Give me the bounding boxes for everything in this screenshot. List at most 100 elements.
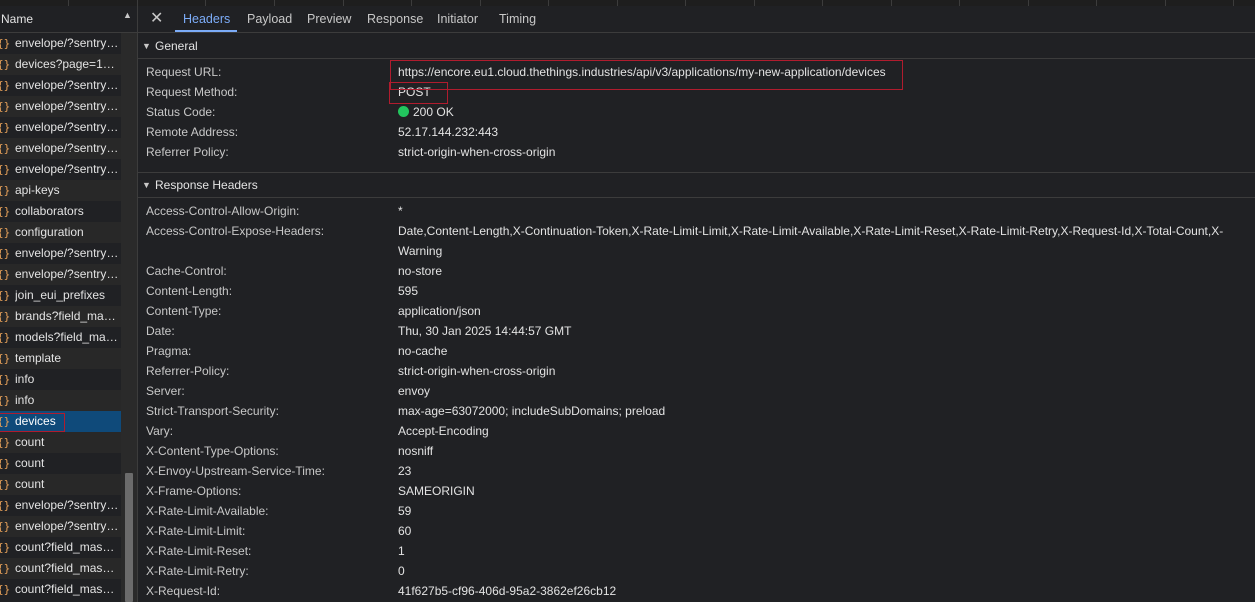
scroll-thumb[interactable] (125, 473, 133, 602)
header-value[interactable]: SAMEORIGIN (398, 481, 1228, 501)
header-name[interactable]: Access-Control-Expose-Headers: (146, 221, 324, 241)
request-name[interactable]: envelope/?sentry_key=... (15, 495, 119, 516)
tab-headers[interactable]: Headers (183, 12, 230, 26)
header-name[interactable]: X-Rate-Limit-Retry: (146, 561, 249, 581)
request-name[interactable]: envelope/?sentry_key=... (15, 117, 119, 138)
request-list-item[interactable]: {} envelope/?sentry_key=... (0, 159, 121, 180)
header-value[interactable]: max-age=63072000; includeSubDomains; pre… (398, 401, 1228, 421)
request-list-item[interactable]: {} envelope/?sentry_key=... (0, 75, 121, 96)
request-name[interactable]: info (15, 369, 119, 390)
request-list-item[interactable]: {} count (0, 453, 121, 474)
header-name[interactable]: X-Content-Type-Options: (146, 441, 279, 461)
request-name[interactable]: envelope/?sentry_key=... (15, 75, 119, 96)
request-name[interactable]: configuration (15, 222, 119, 243)
header-name[interactable]: X-Request-Id: (146, 581, 220, 601)
tab-payload[interactable]: Payload (247, 12, 292, 26)
header-name[interactable]: Remote Address: (146, 122, 238, 142)
tab-initiator[interactable]: Initiator (437, 12, 478, 26)
header-value[interactable]: Date,Content-Length,X-Continuation-Token… (398, 221, 1228, 261)
request-name[interactable]: envelope/?sentry_key=... (15, 96, 119, 117)
header-name[interactable]: Request URL: (146, 62, 221, 82)
response-headers-section-header[interactable]: ▼ Response Headers (138, 173, 1255, 197)
request-name[interactable]: count (15, 453, 119, 474)
header-value[interactable]: no-store (398, 261, 1228, 281)
request-list-item[interactable]: {} brands?field_mask=... (0, 306, 121, 327)
request-list-item[interactable]: {} api-keys (0, 180, 121, 201)
header-value[interactable]: 1 (398, 541, 1228, 561)
tab-timing[interactable]: Timing (499, 12, 536, 26)
request-list-item[interactable]: {} count (0, 432, 121, 453)
request-list-item[interactable]: {} info (0, 369, 121, 390)
request-name[interactable]: collaborators (15, 201, 119, 222)
header-value[interactable]: strict-origin-when-cross-origin (398, 142, 1228, 162)
request-name[interactable]: count?field_mask=... (15, 537, 119, 558)
request-list-item[interactable]: {} envelope/?sentry_key=... (0, 33, 121, 54)
header-name[interactable]: Server: (146, 381, 185, 401)
header-value[interactable]: 52.17.144.232:443 (398, 122, 1228, 142)
request-list-item[interactable]: {} envelope/?sentry_key=... (0, 264, 121, 285)
request-name[interactable]: count?field_mask=... (15, 579, 119, 600)
header-name[interactable]: Content-Length: (146, 281, 232, 301)
header-name[interactable]: Access-Control-Allow-Origin: (146, 201, 299, 221)
request-name[interactable]: api-keys (15, 180, 119, 201)
request-name[interactable]: envelope/?sentry_key=... (15, 138, 119, 159)
header-name[interactable]: Date: (146, 321, 175, 341)
request-name[interactable]: envelope/?sentry_key=... (15, 264, 119, 285)
header-name[interactable]: X-Rate-Limit-Reset: (146, 541, 251, 561)
header-value[interactable]: no-cache (398, 341, 1228, 361)
request-name[interactable]: models?field_mask=... (15, 327, 119, 348)
header-name[interactable]: Referrer-Policy: (146, 361, 229, 381)
request-list-item[interactable]: {} count?field_mask=... (0, 579, 121, 600)
request-name[interactable]: template (15, 348, 119, 369)
header-value[interactable]: 59 (398, 501, 1228, 521)
header-name[interactable]: Content-Type: (146, 301, 221, 321)
request-list-item[interactable]: {} envelope/?sentry_key=... (0, 243, 121, 264)
request-name[interactable]: envelope/?sentry_key=... (15, 159, 119, 180)
sort-up-icon[interactable]: ▲ (123, 10, 132, 20)
header-value[interactable]: nosniff (398, 441, 1228, 461)
header-value[interactable]: Accept-Encoding (398, 421, 1228, 441)
request-name[interactable]: brands?field_mask=... (15, 306, 119, 327)
header-value[interactable]: 595 (398, 281, 1228, 301)
request-name[interactable]: count (15, 432, 119, 453)
request-list-item[interactable]: {} collaborators (0, 201, 121, 222)
tab-response[interactable]: Response (367, 12, 423, 26)
request-list-scrollbar[interactable] (121, 33, 137, 602)
header-value[interactable]: strict-origin-when-cross-origin (398, 361, 1228, 381)
header-value[interactable]: 60 (398, 521, 1228, 541)
header-name[interactable]: X-Frame-Options: (146, 481, 241, 501)
header-value[interactable]: 23 (398, 461, 1228, 481)
status-code-text[interactable]: 200 OK (413, 105, 454, 119)
name-column-header[interactable]: Name (1, 12, 33, 26)
request-name[interactable]: envelope/?sentry_key=... (15, 33, 119, 54)
request-list-header[interactable]: Name ▲ (0, 6, 137, 33)
request-list-item[interactable]: {}devices (0, 411, 121, 432)
request-list-item[interactable]: {} count?field_mask=... (0, 537, 121, 558)
request-name[interactable]: join_eui_prefixes (15, 285, 119, 306)
request-list-item[interactable]: {} info (0, 390, 121, 411)
request-list-item[interactable]: {} envelope/?sentry_key=... (0, 138, 121, 159)
header-name[interactable]: Strict-Transport-Security: (146, 401, 279, 421)
header-value[interactable]: envoy (398, 381, 1228, 401)
header-value[interactable]: 41f627b5-cf96-406d-95a2-3862ef26cb12 (398, 581, 1228, 601)
header-name[interactable]: X-Rate-Limit-Limit: (146, 521, 245, 541)
header-value[interactable]: Thu, 30 Jan 2025 14:44:57 GMT (398, 321, 1228, 341)
general-section-header[interactable]: ▼ General (138, 34, 1255, 58)
request-name[interactable]: count?field_mask=... (15, 558, 119, 579)
header-name[interactable]: Referrer Policy: (146, 142, 229, 162)
request-list-item[interactable]: {} envelope/?sentry_key=... (0, 96, 121, 117)
request-name[interactable]: devices?page=1&limit=... (15, 54, 119, 75)
request-list-item[interactable]: {} envelope/?sentry_key=... (0, 495, 121, 516)
request-list-item[interactable]: {} count?field_mask=... (0, 558, 121, 579)
request-list-item[interactable]: {} envelope/?sentry_key=... (0, 516, 121, 537)
header-value[interactable]: * (398, 201, 1228, 221)
header-name[interactable]: Pragma: (146, 341, 191, 361)
collapse-triangle-icon[interactable]: ▼ (142, 34, 151, 58)
request-list-item[interactable]: {} devices?page=1&limit=... (0, 54, 121, 75)
request-name[interactable]: info (15, 390, 119, 411)
header-name[interactable]: X-Envoy-Upstream-Service-Time: (146, 461, 325, 481)
header-value[interactable]: 0 (398, 561, 1228, 581)
header-name[interactable]: Request Method: (146, 82, 237, 102)
close-icon[interactable]: ✕ (150, 8, 163, 28)
tab-preview[interactable]: Preview (307, 12, 351, 26)
